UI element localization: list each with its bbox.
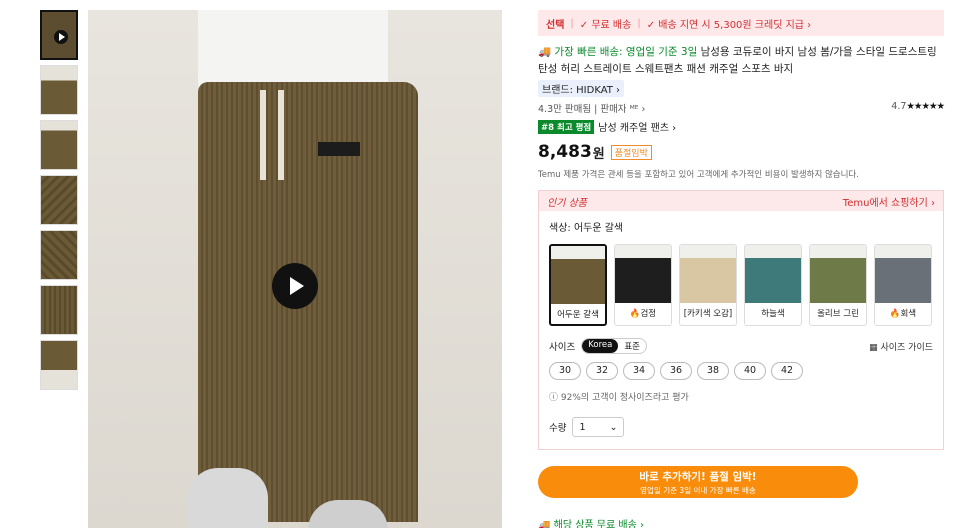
popular-title: 인기 상품	[547, 197, 587, 209]
color-swatch[interactable]: 🔥검정	[614, 244, 672, 326]
drawstring	[278, 90, 284, 180]
color-swatch[interactable]: 어두운 갈색	[549, 244, 607, 326]
temu-shop-link[interactable]: Temu에서 쇼핑하기 ›	[843, 194, 935, 209]
swatch-label: 하늘색	[761, 309, 785, 319]
add-to-cart-button[interactable]: 바로 추가하기! 품절 임박! 영업일 기준 3일 이내 가장 빠른 배송	[538, 466, 858, 498]
price: 8,483	[538, 142, 592, 162]
color-swatch[interactable]: 🔥회색	[874, 244, 932, 326]
size-option[interactable]: 40	[734, 362, 766, 380]
video-play-button[interactable]	[272, 263, 318, 309]
select-label: 선택	[546, 19, 565, 31]
toggle-korea[interactable]: Korea	[582, 339, 619, 353]
soldout-soon-badge: 품절임박	[610, 144, 652, 160]
swatch-image	[615, 245, 671, 303]
size-option[interactable]: 30	[549, 362, 581, 380]
drawstring	[260, 90, 266, 180]
size-option[interactable]: 38	[697, 362, 729, 380]
free-shipping-link[interactable]: 🚚 해당 상품 무료 배송 ›	[538, 516, 944, 528]
size-standard-toggle[interactable]: Korea 표준	[581, 338, 647, 354]
star-icons: ★★★★★	[906, 101, 945, 112]
thumbnail-image[interactable]	[40, 340, 78, 390]
size-label: 사이즈	[549, 342, 576, 353]
sales-meta: 4.3만 판매됨 | 판매자 ᴹᴱ › 4.7★★★★★	[538, 101, 945, 115]
rank-row[interactable]: #8 최고 평점 남성 캐주얼 팬츠 ›	[538, 119, 944, 134]
fit-note: ⓘ 92%의 고객이 정사이즈라고 평가	[549, 393, 689, 403]
swatch-label: 🔥검정	[629, 309, 657, 319]
thumbnail-image[interactable]	[40, 285, 78, 335]
swatch-label: [카키색 오감]	[683, 309, 733, 319]
product-info-panel: 선택 | ✓ 무료 배송 | ✓ 배송 지연 시 5,300원 크레딧 지급 ›…	[538, 10, 945, 528]
color-swatches: 어두운 갈색 🔥검정 [카키색 오감] 하늘색 올리브 그린 🔥회색	[549, 244, 943, 326]
thumbnail-image[interactable]	[40, 230, 78, 280]
swatch-image	[551, 246, 605, 304]
price-notice: Temu 제품 가격은 관세 등을 포함하고 있어 고객에게 추가적인 비용이 …	[538, 170, 859, 180]
size-options: 30 32 34 36 38 40 42	[549, 362, 943, 380]
thumbnail-image[interactable]	[40, 175, 78, 225]
swatch-image	[810, 245, 866, 303]
rank-badge: #8 최고 평점	[538, 119, 595, 134]
size-guide-link[interactable]: ▦ 사이즈 가이드	[869, 340, 933, 353]
rank-category-link: 남성 캐주얼 팬츠 ›	[598, 123, 677, 134]
fast-delivery-text: 🚚 가장 빠른 배송: 영업일 기준 3일	[538, 46, 698, 58]
size-option[interactable]: 36	[660, 362, 692, 380]
brand-patch	[318, 142, 360, 156]
thumbnail-image[interactable]	[40, 65, 78, 115]
brand-link[interactable]: 브랜드: HIDKAT ›	[538, 80, 625, 97]
delay-credit-link[interactable]: ✓ 배송 지연 시 5,300원 크레딧 지급 ›	[647, 16, 811, 31]
quantity-label: 수량	[549, 423, 567, 434]
sold-count-link[interactable]: 4.3만 판매됨 | 판매자 ᴹᴱ ›	[538, 101, 645, 115]
swatch-image	[875, 245, 931, 303]
toggle-standard[interactable]: 표준	[618, 339, 646, 353]
size-option[interactable]: 34	[623, 362, 655, 380]
thumbnail-image[interactable]	[40, 120, 78, 170]
thumbnail-video[interactable]	[40, 10, 78, 60]
color-label: 색상: 어두운 갈색	[549, 223, 624, 234]
chevron-down-icon: ⌄	[609, 421, 618, 433]
promo-bar[interactable]: 선택 | ✓ 무료 배송 | ✓ 배송 지연 시 5,300원 크레딧 지급 ›	[538, 10, 944, 36]
product-title: 🚚 가장 빠른 배송: 영업일 기준 3일 남성용 코듀로이 바지 남성 봄/가…	[538, 44, 944, 78]
quantity-select[interactable]: 1 ⌄	[572, 417, 625, 437]
quantity-row: 수량 1 ⌄	[549, 417, 943, 437]
main-product-image[interactable]	[88, 10, 502, 528]
size-row: 사이즈 Korea 표준 ▦ 사이즈 가이드	[549, 338, 933, 354]
swatch-label: 어두운 갈색	[557, 310, 599, 320]
swatch-image	[680, 245, 736, 303]
shoe	[188, 468, 268, 528]
color-swatch[interactable]: 하늘색	[744, 244, 802, 326]
size-option[interactable]: 32	[586, 362, 618, 380]
popular-header: 인기 상품 Temu에서 쇼핑하기 ›	[539, 191, 943, 211]
play-icon	[54, 30, 68, 44]
swatch-image	[745, 245, 801, 303]
color-swatch[interactable]: 올리브 그린	[809, 244, 867, 326]
color-swatch[interactable]: [카키색 오감]	[679, 244, 737, 326]
free-shipping-text: ✓ 무료 배송	[579, 19, 632, 31]
swatch-label: 올리브 그린	[817, 309, 859, 319]
swatch-label: 🔥회색	[889, 309, 917, 319]
popular-product-box: 인기 상품 Temu에서 쇼핑하기 › 색상: 어두운 갈색 어두운 갈색 🔥검정…	[538, 190, 944, 450]
size-option[interactable]: 42	[771, 362, 803, 380]
thumbnail-list	[40, 10, 78, 395]
rating[interactable]: 4.7★★★★★	[891, 101, 945, 115]
price-row: 8,483 원 품절임박	[538, 142, 944, 162]
price-unit: 원	[592, 146, 605, 162]
